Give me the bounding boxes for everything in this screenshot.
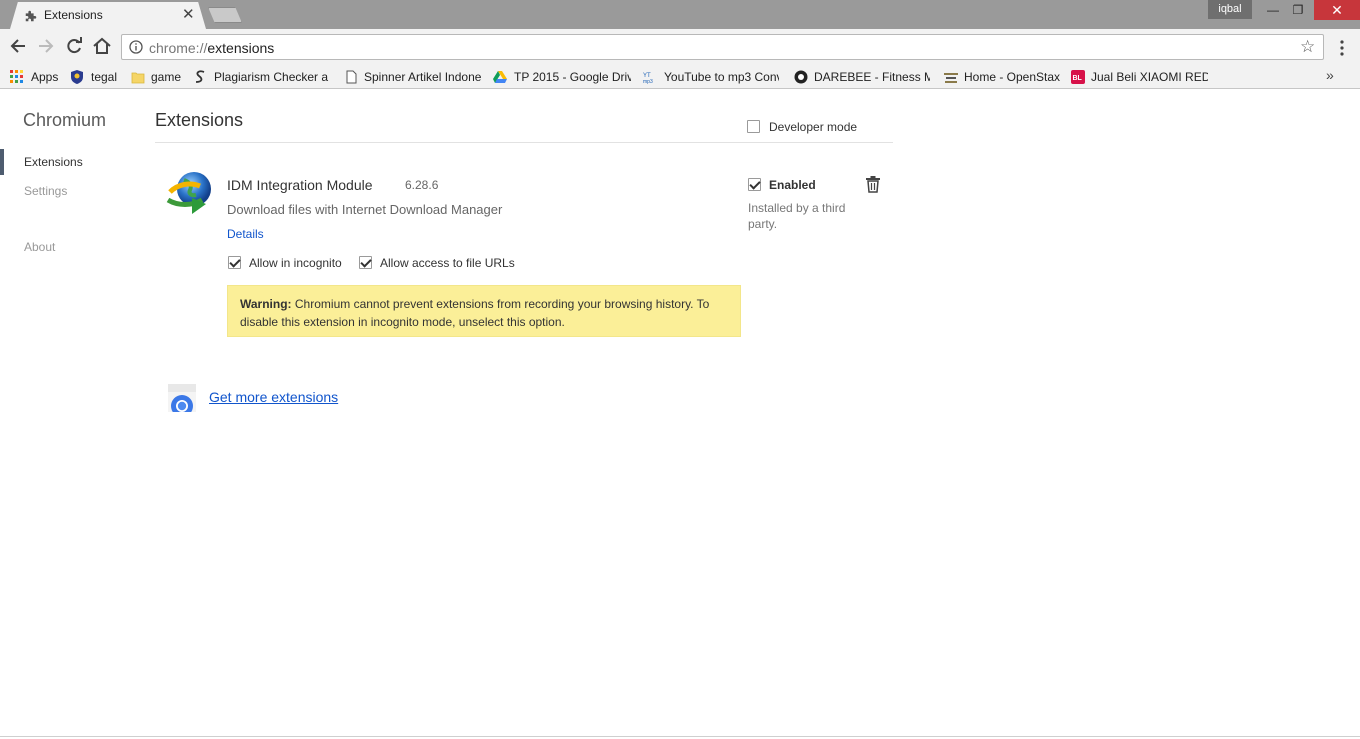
- new-tab-button[interactable]: [208, 7, 242, 23]
- url-text[interactable]: chrome://extensions: [149, 40, 274, 56]
- bookmark-youtube-mp3[interactable]: YT mp3 YouTube to mp3 Conv: [643, 68, 779, 86]
- allow-incognito-label: Allow in incognito: [249, 256, 342, 270]
- web-store-icon: [168, 384, 196, 412]
- bookmark-plagiarism-checker[interactable]: Plagiarism Checker a: [193, 68, 329, 86]
- minimize-button[interactable]: —: [1260, 0, 1286, 20]
- selected-indicator: [0, 149, 4, 175]
- developer-mode-toggle[interactable]: Developer mode: [747, 119, 887, 135]
- extension-description: Download files with Internet Download Ma…: [227, 202, 503, 217]
- incognito-warning: Warning: Chromium cannot prevent extensi…: [227, 285, 741, 337]
- bukalapak-icon: BL: [1071, 70, 1085, 84]
- home-icon[interactable]: [91, 35, 113, 57]
- title-bar: Extensions ✕ iqbal — ❐ ✕: [0, 0, 1360, 29]
- header-divider: [155, 142, 893, 143]
- installed-by-note: Installed by a third party.: [748, 201, 846, 231]
- bookmarks-overflow-button[interactable]: »: [1326, 67, 1334, 83]
- bookmark-openstax[interactable]: Home - OpenStax: [944, 68, 1062, 86]
- bookmark-spinner-artikel[interactable]: Spinner Artikel Indone: [344, 68, 482, 86]
- bookmark-star-icon[interactable]: ☆: [1300, 37, 1315, 57]
- apps-grid-icon: [10, 70, 23, 83]
- bottom-border: [0, 736, 1360, 737]
- openstax-icon: [944, 73, 958, 83]
- trash-icon[interactable]: [865, 176, 881, 193]
- bookmark-tegal[interactable]: tegal: [70, 68, 122, 86]
- shield-badge-icon: [71, 70, 83, 84]
- tab-close-icon[interactable]: ✕: [182, 6, 195, 24]
- brand-title: Chromium: [23, 110, 107, 130]
- bookmarks-bar: Apps tegal game Plagiarism Checker a Spi…: [0, 65, 1360, 89]
- menu-icon[interactable]: [1335, 38, 1349, 58]
- s-logo-icon: [195, 70, 205, 83]
- allow-incognito-checkbox[interactable]: [228, 256, 241, 269]
- close-window-button[interactable]: ✕: [1314, 0, 1360, 20]
- folder-icon: [131, 72, 145, 84]
- info-icon[interactable]: [129, 40, 143, 54]
- sidebar-item-settings[interactable]: Settings: [24, 184, 67, 198]
- allow-file-urls-label: Allow access to file URLs: [380, 256, 515, 270]
- profile-button[interactable]: iqbal: [1208, 0, 1252, 19]
- address-bar[interactable]: chrome://extensions ☆: [121, 34, 1324, 60]
- allow-file-urls-checkbox[interactable]: [359, 256, 372, 269]
- youtube-mp3-icon: YT mp3: [643, 73, 653, 84]
- tab-extensions[interactable]: Extensions ✕: [10, 2, 206, 29]
- page-icon: [346, 70, 357, 84]
- warning-title: Warning:: [240, 297, 292, 311]
- idm-globe-icon: [166, 172, 211, 214]
- restore-button[interactable]: ❐: [1285, 0, 1311, 20]
- svg-text:BL: BL: [1073, 75, 1083, 82]
- extension-version: 6.28.6: [405, 178, 439, 192]
- reload-icon[interactable]: [63, 35, 85, 57]
- sidebar-item-about[interactable]: About: [24, 240, 55, 254]
- warning-text: Chromium cannot prevent extensions from …: [240, 297, 710, 329]
- svg-text:mp3: mp3: [643, 79, 653, 84]
- details-link[interactable]: Details: [227, 227, 264, 241]
- google-drive-icon: [493, 71, 507, 83]
- darebee-icon: [794, 70, 808, 84]
- get-more-extensions-link[interactable]: Get more extensions: [209, 389, 338, 405]
- bookmark-darebee[interactable]: DAREBEE - Fitness Ma: [794, 68, 930, 86]
- tab-title: Extensions: [44, 8, 103, 22]
- bookmark-game[interactable]: game: [131, 68, 186, 86]
- enabled-label: Enabled: [769, 178, 816, 192]
- bookmark-google-drive[interactable]: TP 2015 - Google Driv: [493, 68, 631, 86]
- extension-name: IDM Integration Module: [227, 177, 373, 193]
- toolbar: chrome://extensions ☆: [0, 29, 1360, 65]
- bookmark-jual-beli[interactable]: BL Jual Beli XIAOMI REDI: [1071, 68, 1208, 86]
- back-arrow-icon[interactable]: [7, 35, 29, 57]
- developer-mode-label: Developer mode: [769, 120, 858, 134]
- enabled-checkbox[interactable]: [748, 178, 761, 191]
- puzzle-piece-icon: [25, 10, 37, 22]
- forward-arrow-icon[interactable]: [35, 35, 57, 57]
- bookmark-apps[interactable]: Apps: [10, 68, 60, 86]
- developer-mode-checkbox[interactable]: [747, 120, 760, 133]
- page-title: Extensions: [155, 110, 244, 130]
- sidebar-item-extensions[interactable]: Extensions: [24, 155, 83, 169]
